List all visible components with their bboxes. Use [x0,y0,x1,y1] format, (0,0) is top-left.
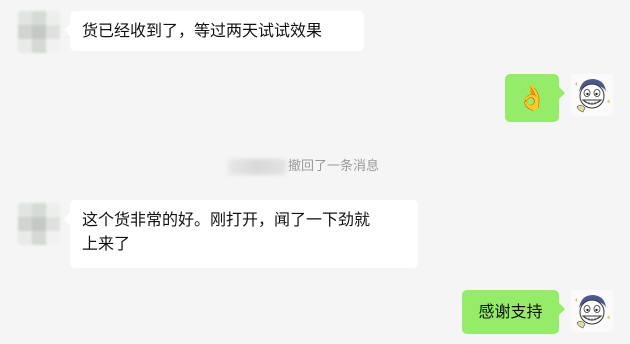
contact-avatar[interactable] [18,203,60,245]
message-bubble-incoming[interactable]: 货已经收到了，等过两天试试效果 [64,11,364,51]
cartoon-avatar-image [571,290,613,332]
message-bubble-incoming[interactable]: 这个货非常的好。刚打开，闻了一下劲就 上来了 [64,200,418,268]
message-text: 感谢支持 [478,302,543,321]
pixelated-avatar-image [18,203,60,245]
message-bubble-outgoing[interactable]: 👌 [505,74,565,122]
message-text-line: 上来了 [82,234,131,253]
message-bubble-outgoing[interactable]: 感谢支持 [462,290,565,334]
cartoon-avatar-image [571,74,613,116]
pixelated-avatar-image [18,11,60,53]
system-notice-text: 撤回了一条消息 [288,159,380,174]
redacted-name [228,159,286,175]
ok-hand-emoji: 👌 [517,84,547,112]
my-avatar[interactable] [571,290,613,332]
message-text-line: 这个货非常的好。刚打开，闻了一下劲就 [82,210,371,229]
message-text: 货已经收到了，等过两天试试效果 [82,21,323,40]
contact-avatar[interactable] [18,11,60,53]
my-avatar[interactable] [571,74,613,116]
system-notice: 撤回了一条消息 [0,156,630,178]
